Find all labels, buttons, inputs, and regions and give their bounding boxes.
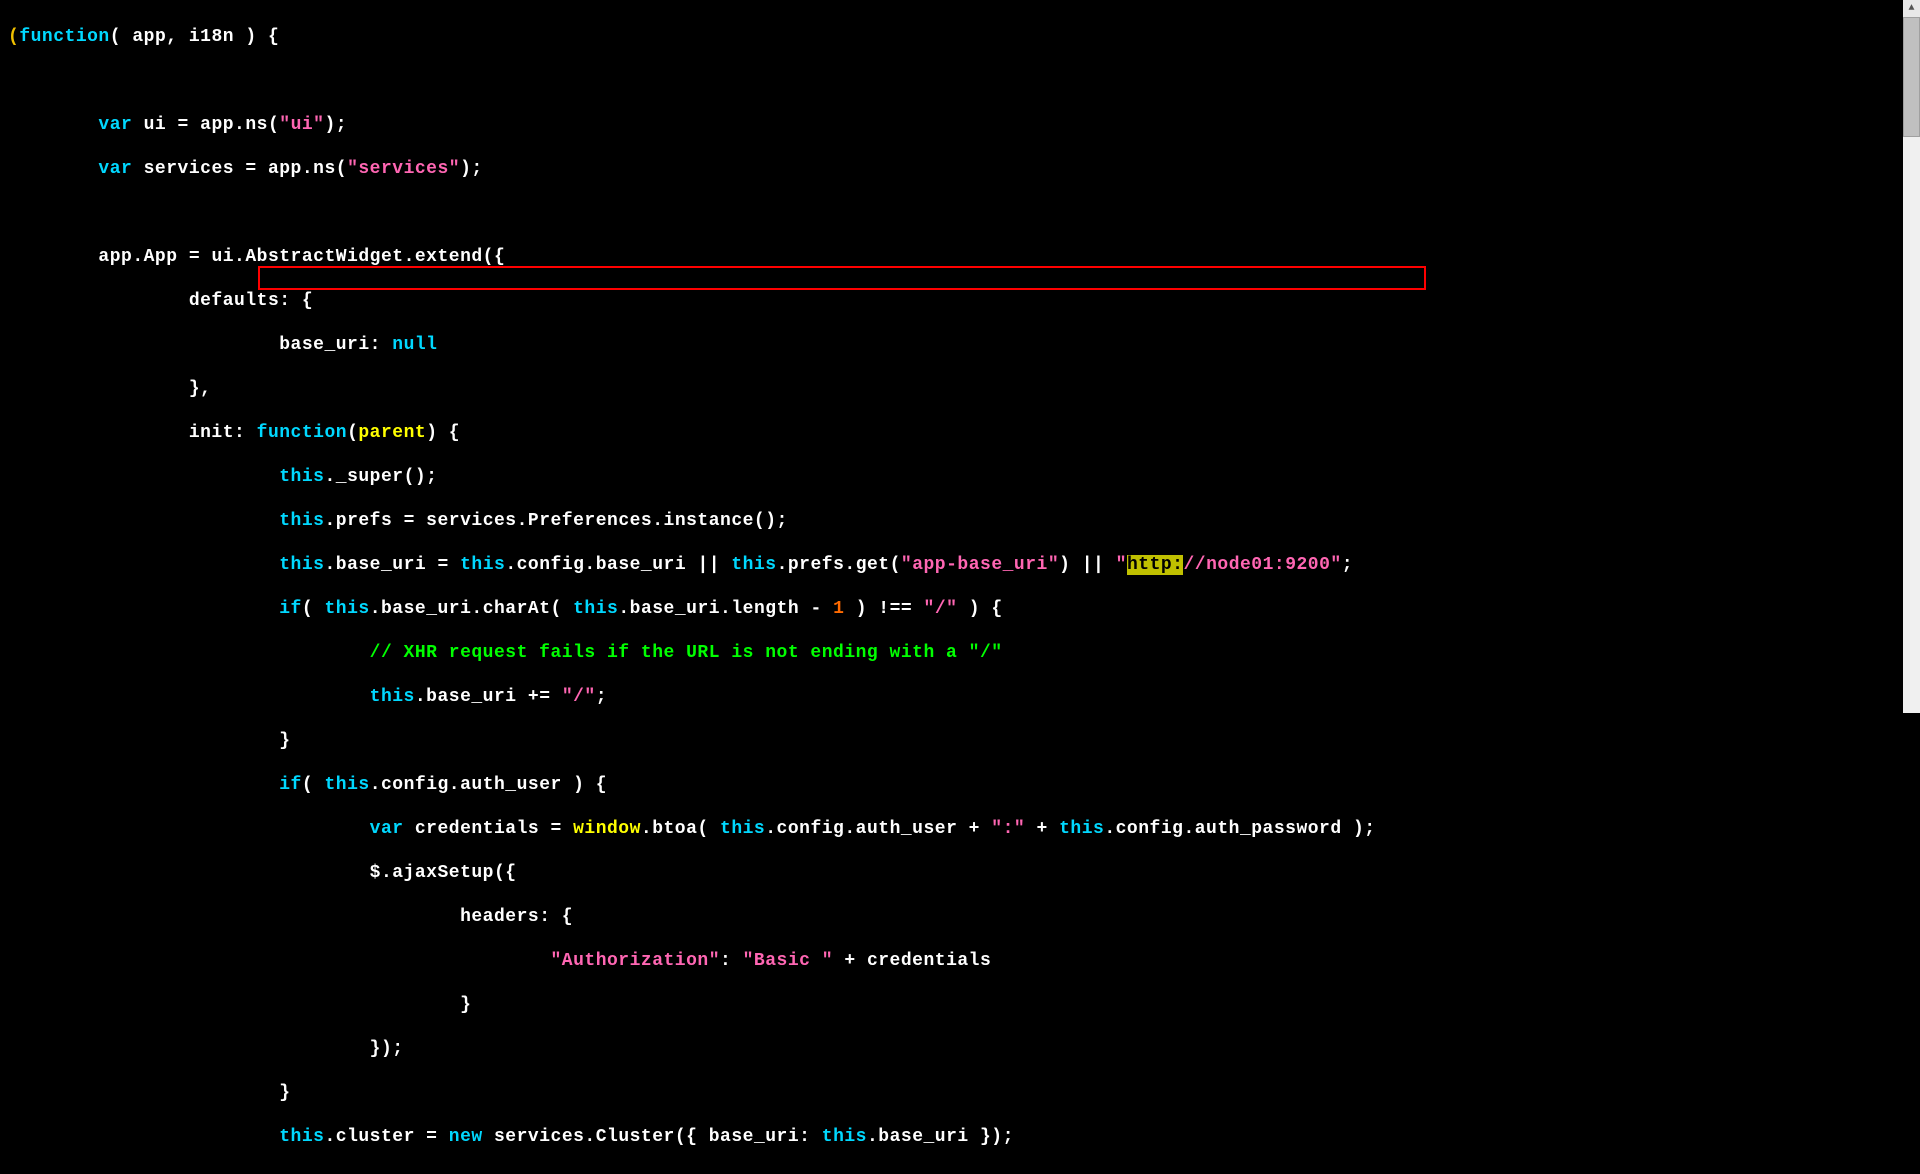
code-line: if( this.config.auth_user ) { bbox=[8, 774, 1912, 796]
code-line: app.App = ui.AbstractWidget.extend({ bbox=[8, 246, 1912, 268]
code-line: $.ajaxSetup({ bbox=[8, 862, 1912, 884]
search-highlight: http: bbox=[1127, 555, 1184, 575]
code-line: this.prefs = services.Preferences.instan… bbox=[8, 510, 1912, 532]
code-line: } bbox=[8, 1082, 1912, 1104]
vertical-scrollbar[interactable]: ▲ bbox=[1903, 0, 1920, 713]
code-line-highlighted: this.base_uri = this.config.base_uri || … bbox=[8, 554, 1912, 576]
code-line: this._super(); bbox=[8, 466, 1912, 488]
code-line: } bbox=[8, 730, 1912, 752]
code-line: }, bbox=[8, 378, 1912, 400]
code-editor[interactable]: (function( app, i18n ) { var ui = app.ns… bbox=[0, 0, 1920, 1174]
code-line: var services = app.ns("services"); bbox=[8, 158, 1912, 180]
code-line: this.cluster = new services.Cluster({ ba… bbox=[8, 1126, 1912, 1148]
code-line: defaults: { bbox=[8, 290, 1912, 312]
code-line: }); bbox=[8, 1038, 1912, 1060]
code-line: this.base_uri += "/"; bbox=[8, 686, 1912, 708]
code-line: } bbox=[8, 994, 1912, 1016]
code-line bbox=[8, 70, 1912, 92]
code-line: "Authorization": "Basic " + credentials bbox=[8, 950, 1912, 972]
code-line: if( this.base_uri.charAt( this.base_uri.… bbox=[8, 598, 1912, 620]
scroll-up-arrow[interactable]: ▲ bbox=[1903, 0, 1920, 17]
code-line: // XHR request fails if the URL is not e… bbox=[8, 642, 1912, 664]
code-line: init: function(parent) { bbox=[8, 422, 1912, 444]
code-line bbox=[8, 202, 1912, 224]
code-line: base_uri: null bbox=[8, 334, 1912, 356]
code-line: (function( app, i18n ) { bbox=[8, 26, 1912, 48]
code-line: headers: { bbox=[8, 906, 1912, 928]
code-line: var ui = app.ns("ui"); bbox=[8, 114, 1912, 136]
scrollbar-thumb[interactable] bbox=[1903, 17, 1920, 137]
code-line: var credentials = window.btoa( this.conf… bbox=[8, 818, 1912, 840]
